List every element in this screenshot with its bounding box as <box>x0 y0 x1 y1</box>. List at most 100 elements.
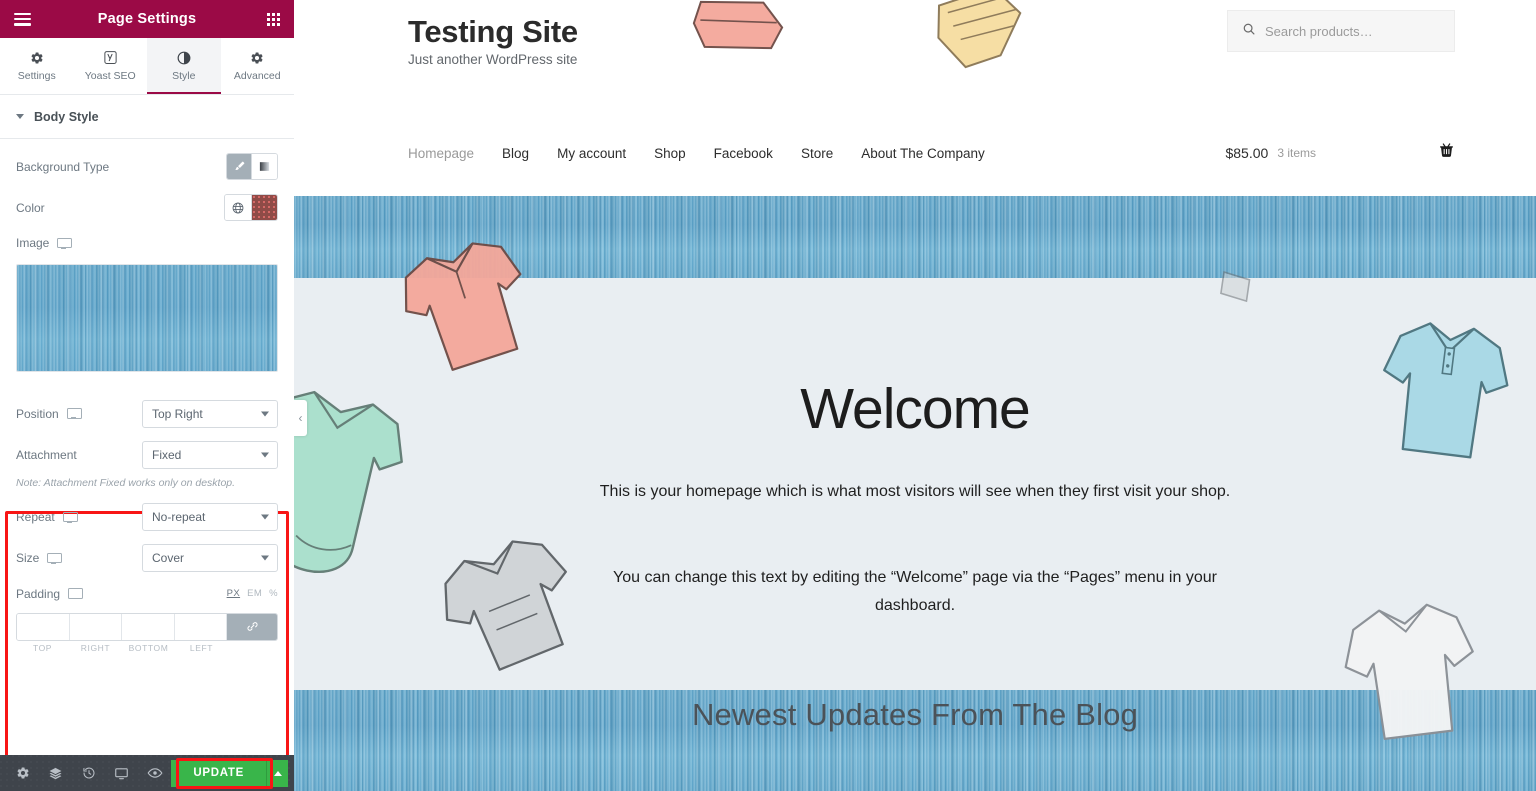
hero-paragraph-2: You can change this text by editing the … <box>613 569 1217 614</box>
save-options-button[interactable] <box>266 759 289 787</box>
repeat-select[interactable]: No-repeat <box>142 503 278 532</box>
tab-settings-label: Settings <box>17 69 56 82</box>
attachment-select[interactable]: Fixed <box>142 440 278 469</box>
padding-right-input[interactable] <box>69 613 122 640</box>
grid-apps-icon[interactable] <box>267 12 280 26</box>
padding-top-input[interactable] <box>17 613 70 640</box>
monitor-icon[interactable] <box>66 408 82 419</box>
caret-up-icon <box>273 770 282 776</box>
shopping-basket-icon[interactable] <box>1437 141 1456 165</box>
panel-controls: Background Type Color Image Position Top… <box>0 139 294 755</box>
gear-icon <box>250 51 264 65</box>
hero-paragraph-1: This is your homepage which is what most… <box>599 483 1231 500</box>
monitor-icon[interactable] <box>62 511 78 523</box>
panel-title: Page Settings <box>97 11 197 27</box>
site-navigation: Homepage Blog My account Shop Facebook S… <box>294 122 1536 184</box>
repeat-label: Repeat <box>16 510 78 524</box>
yoast-logo-icon <box>103 50 118 65</box>
control-background-type: Background Type <box>0 146 294 187</box>
panel-tabs: Settings Yoast SEO Style Advanced <box>0 38 294 95</box>
site-preview-frame: ‹ Testing Site Just another WordPress si… <box>294 0 1536 791</box>
history-icon[interactable] <box>72 755 105 791</box>
monitor-icon[interactable] <box>47 552 63 564</box>
section-body-style[interactable]: Body Style <box>0 95 294 139</box>
chevron-down-icon <box>16 114 24 119</box>
padding-bottom-input[interactable] <box>122 613 175 640</box>
gear-icon <box>30 51 44 65</box>
monitor-icon[interactable] <box>105 755 138 791</box>
nav-item-about-the-company[interactable]: About The Company <box>861 146 985 161</box>
gradient-icon[interactable] <box>252 154 277 179</box>
control-color: Color <box>0 187 294 228</box>
blog-section-heading: Newest Updates From The Blog <box>691 697 1139 732</box>
nav-links: Homepage Blog My account Shop Facebook S… <box>408 146 985 161</box>
tab-advanced-label: Advanced <box>233 69 281 82</box>
gear-icon[interactable] <box>6 755 39 791</box>
section-title-label: Body Style <box>34 109 99 124</box>
padding-field-labels: TOP RIGHT BOTTOM LEFT <box>16 643 278 653</box>
padding-label: Padding <box>16 587 84 601</box>
chevron-left-icon: ‹ <box>298 411 303 425</box>
tab-settings[interactable]: Settings <box>0 38 74 94</box>
control-repeat: Repeat No-repeat <box>0 497 294 538</box>
unit-em[interactable]: EM <box>247 588 262 599</box>
search-icon <box>1242 22 1256 41</box>
tab-yoast-seo[interactable]: Yoast SEO <box>73 38 147 94</box>
search-placeholder: Search products… <box>1265 23 1373 39</box>
chevron-down-icon <box>261 514 269 520</box>
panel-collapse-toggle[interactable]: ‹ <box>294 400 307 436</box>
site-title: Testing Site <box>408 14 578 49</box>
cart-item-count: 3 items <box>1277 146 1316 160</box>
paint-brush-icon[interactable] <box>227 154 252 179</box>
link-chain-icon[interactable] <box>227 613 277 640</box>
background-image-preview[interactable] <box>16 264 278 372</box>
monitor-icon[interactable] <box>57 237 73 249</box>
nav-item-facebook[interactable]: Facebook <box>714 146 773 161</box>
nav-item-shop[interactable]: Shop <box>654 146 686 161</box>
unit-percent[interactable]: % <box>269 588 278 599</box>
monitor-icon[interactable] <box>68 588 84 600</box>
background-type-label: Background Type <box>16 159 110 174</box>
color-label: Color <box>16 200 45 215</box>
color-picker-group <box>224 194 278 221</box>
color-swatch[interactable] <box>251 195 277 220</box>
size-select[interactable]: Cover <box>142 544 278 573</box>
padding-bottom-label: BOTTOM <box>128 642 169 653</box>
elementor-panel: Page Settings Settings Yoast SEO Style A… <box>0 0 294 791</box>
nav-item-store[interactable]: Store <box>801 146 833 161</box>
update-button[interactable]: UPDATE <box>171 759 267 787</box>
tab-yoast-seo-label: Yoast SEO <box>84 70 136 82</box>
hero-section: Welcome This is your homepage which is w… <box>294 278 1536 690</box>
control-position: Position Top Right <box>0 393 294 434</box>
padding-left-input[interactable] <box>174 613 227 640</box>
layers-icon[interactable] <box>39 755 72 791</box>
padding-inputs <box>16 612 278 641</box>
product-search-box[interactable]: Search products… <box>1227 10 1455 52</box>
nav-item-my-account[interactable]: My account <box>557 146 626 161</box>
unit-px[interactable]: PX <box>227 588 240 599</box>
site-header: Testing Site Just another WordPress site… <box>294 0 1536 122</box>
nav-item-homepage[interactable]: Homepage <box>408 146 474 161</box>
control-image: Image <box>0 228 294 258</box>
background-type-toggle <box>226 153 278 180</box>
tab-style-label: Style <box>172 69 196 82</box>
position-select[interactable]: Top Right <box>142 399 278 428</box>
chevron-down-icon <box>261 555 269 561</box>
cart-amount: $85.00 <box>1225 145 1269 161</box>
chevron-down-icon <box>261 411 269 416</box>
tab-style[interactable]: Style <box>147 38 221 94</box>
tab-advanced[interactable]: Advanced <box>220 38 294 94</box>
hamburger-icon[interactable] <box>14 12 31 26</box>
panel-footer-toolbar: UPDATE <box>0 755 294 791</box>
repeat-value: No-repeat <box>152 510 206 525</box>
nav-item-blog[interactable]: Blog <box>502 146 529 161</box>
eye-icon[interactable] <box>138 755 171 791</box>
attachment-note: Note: Attachment Fixed works only on des… <box>16 477 236 489</box>
cart-summary[interactable]: $85.00 3 items <box>1225 141 1456 165</box>
padding-right-label: RIGHT <box>80 642 111 653</box>
control-size: Size Cover <box>0 538 294 579</box>
control-padding: Padding PX EM % <box>0 579 294 609</box>
position-label: Position <box>16 407 82 421</box>
padding-units: PX EM % <box>227 588 278 599</box>
globe-icon[interactable] <box>225 195 251 220</box>
